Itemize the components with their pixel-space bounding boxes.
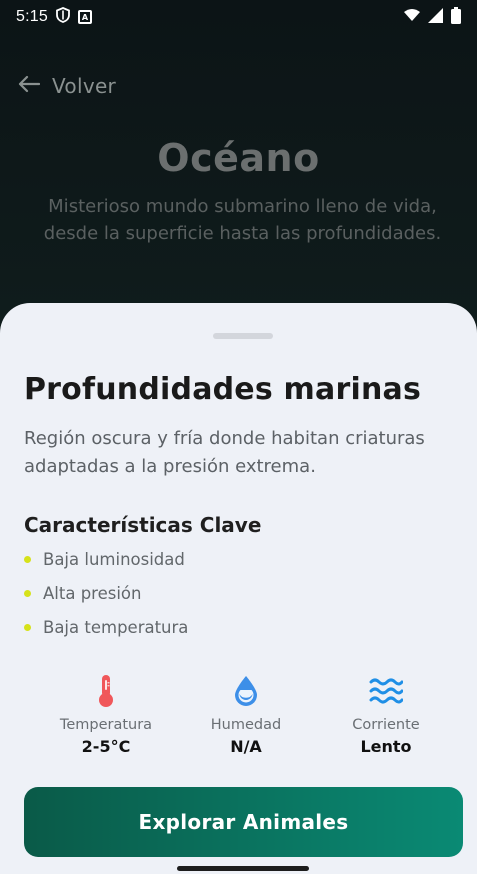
stat-temperature: Temperatura 2-5°C — [36, 673, 176, 756]
explore-animals-button[interactable]: Explorar Animales — [24, 787, 463, 857]
shield-icon — [56, 7, 70, 27]
features-title: Características Clave — [24, 513, 262, 537]
back-label: Volver — [52, 74, 117, 98]
bullet-dot-icon — [24, 589, 31, 597]
stat-value: 2-5°C — [81, 737, 131, 756]
battery-icon — [451, 6, 461, 28]
bullet-dot-icon — [24, 623, 31, 631]
page-title: Océano — [157, 136, 320, 180]
list-item: Baja temperatura — [24, 610, 188, 644]
stat-value: N/A — [230, 737, 262, 756]
arrow-left-icon — [18, 75, 41, 97]
bullet-dot-icon — [24, 555, 31, 563]
stats-row: Temperatura 2-5°C Humedad N/A Corriente … — [36, 673, 456, 756]
sheet-title: Profundidades marinas — [24, 372, 421, 407]
bottom-sheet: Profundidades marinas Región oscura y fr… — [0, 303, 477, 874]
feature-label: Alta presión — [43, 583, 142, 603]
wifi-icon — [403, 8, 421, 26]
stat-label: Temperatura — [59, 717, 153, 733]
signal-icon — [428, 7, 444, 27]
features-list: Baja luminosidad Alta presión Baja tempe… — [24, 542, 188, 644]
stat-label: Corriente — [352, 717, 420, 733]
feature-label: Baja temperatura — [43, 617, 189, 637]
page-description: Misterioso mundo submarino lleno de vida… — [43, 196, 442, 244]
water-drop-icon — [233, 673, 259, 709]
thermometer-icon — [97, 673, 115, 709]
stat-label: Humedad — [210, 717, 282, 733]
sheet-description: Región oscura y fría donde habitan criat… — [24, 428, 425, 477]
stat-humidity: Humedad N/A — [176, 673, 316, 756]
waves-icon — [369, 673, 403, 709]
status-time: 5:15 — [16, 8, 48, 25]
a-badge-text: A — [81, 12, 89, 22]
feature-label: Baja luminosidad — [43, 549, 185, 569]
stat-value: Lento — [360, 737, 412, 756]
sheet-drag-handle[interactable] — [213, 333, 273, 339]
back-button[interactable]: Volver — [18, 74, 116, 98]
list-item: Alta presión — [24, 576, 188, 610]
stat-current: Corriente Lento — [316, 673, 456, 756]
status-bar: 5:15 A — [0, 0, 477, 34]
home-indicator[interactable] — [177, 866, 309, 871]
a-badge-icon: A — [77, 10, 92, 24]
list-item: Baja luminosidad — [24, 542, 188, 576]
